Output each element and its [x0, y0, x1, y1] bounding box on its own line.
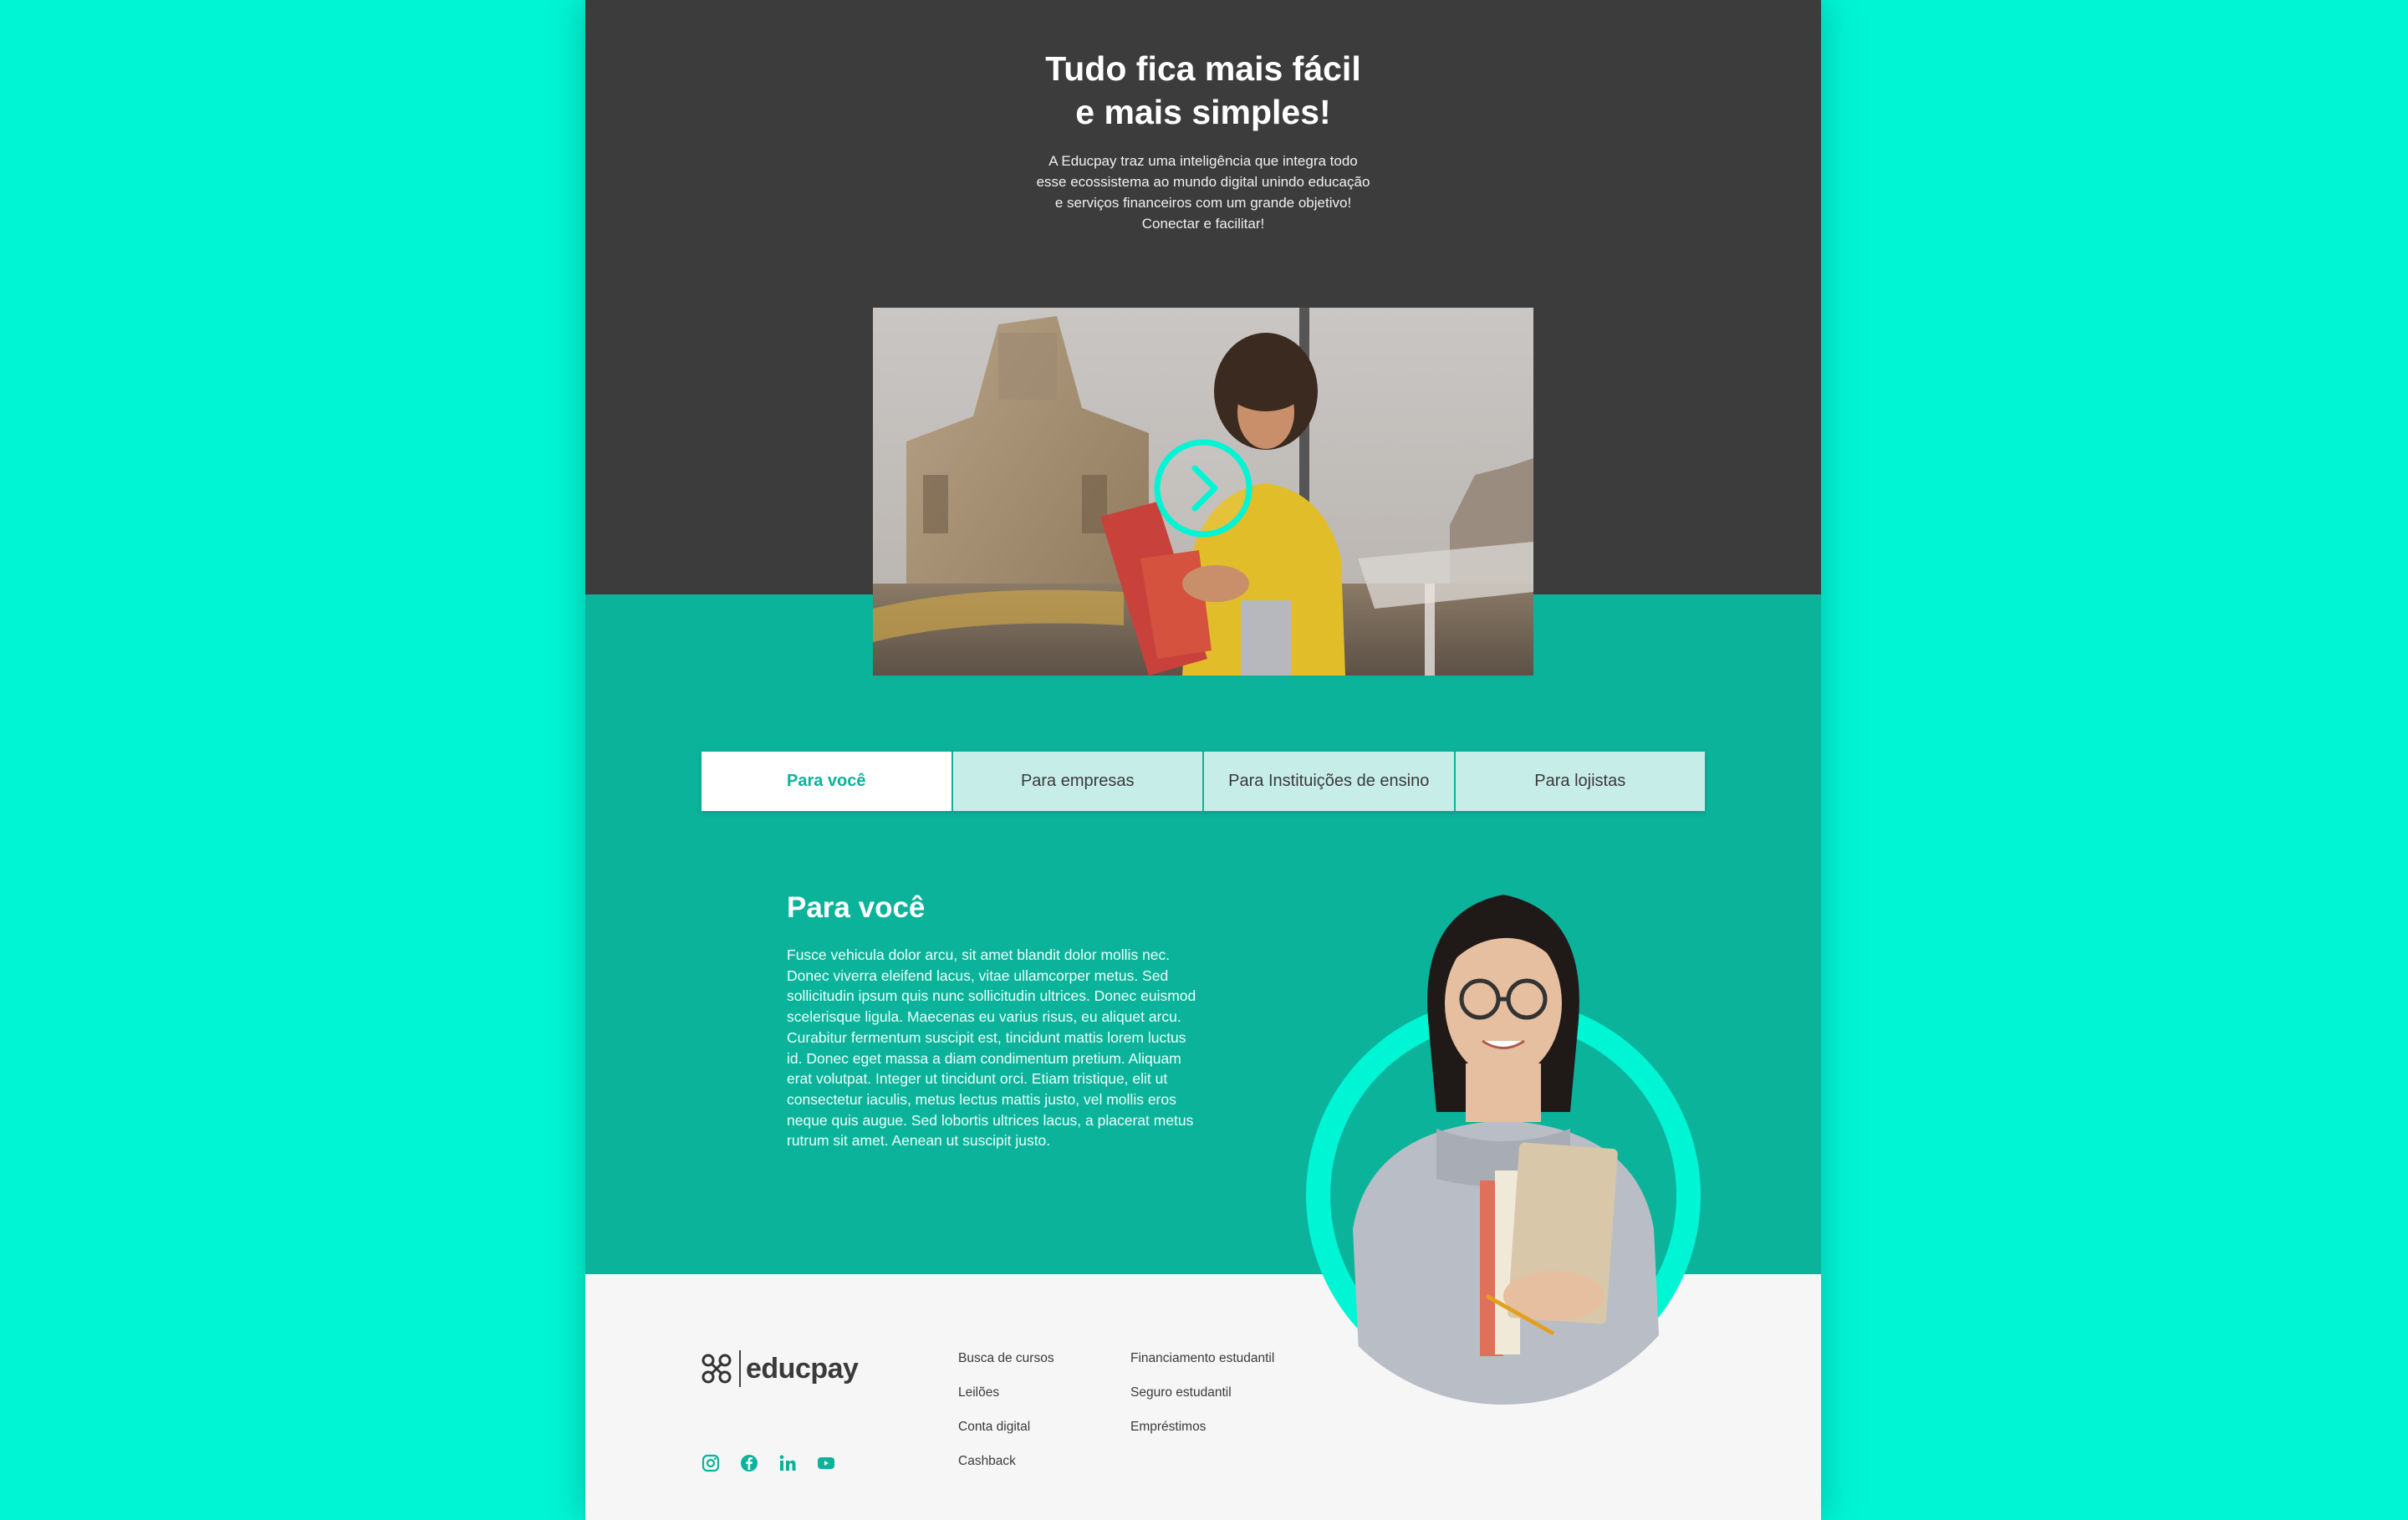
footer-logo[interactable]: educpay [701, 1350, 859, 1387]
student-portrait-image [1306, 895, 1701, 1405]
footer-link-seguro[interactable]: Seguro estudantil [1130, 1384, 1274, 1418]
footer-link-conta-digital[interactable]: Conta digital [958, 1418, 1054, 1452]
logo-text: educpay [746, 1352, 859, 1385]
footer-link-financiamento[interactable]: Financiamento estudantil [1130, 1349, 1274, 1384]
social-links [701, 1453, 836, 1473]
tab-para-lojistas[interactable]: Para lojistas [1453, 752, 1705, 811]
hero-description: A Educpay traz uma inteligência que inte… [1036, 153, 1370, 232]
hero-title: Tudo fica mais fácil e mais simples! [1045, 49, 1361, 131]
footer-link-emprestimos[interactable]: Empréstimos [1130, 1418, 1274, 1452]
youtube-icon[interactable] [816, 1453, 836, 1473]
tab-para-voce[interactable]: Para você [701, 752, 951, 811]
logo-separator [739, 1350, 741, 1387]
instagram-icon[interactable] [701, 1453, 721, 1473]
tab-para-instituicoes[interactable]: Para Instituições de ensino [1202, 752, 1454, 811]
footer-link-busca-de-cursos[interactable]: Busca de cursos [958, 1349, 1054, 1384]
section-text: Fusce vehicula dolor arcu, sit amet blan… [787, 946, 1196, 1150]
footer-links-col2: Financiamento estudantil Seguro estudant… [1130, 1349, 1274, 1452]
play-icon[interactable] [1153, 438, 1253, 538]
page: Tudo fica mais fácil e mais simples! A E… [585, 0, 1821, 1520]
footer-link-cashback[interactable]: Cashback [958, 1452, 1054, 1487]
footer-link-leiloes[interactable]: Leilões [958, 1384, 1054, 1418]
audience-tabs: Para você Para empresas Para Instituiçõe… [701, 752, 1705, 811]
educpay-logo-icon [701, 1354, 732, 1384]
footer-links-col1: Busca de cursos Leilões Conta digital Ca… [958, 1349, 1054, 1487]
facebook-icon[interactable] [739, 1453, 759, 1473]
video-player[interactable] [873, 308, 1533, 676]
tab-para-empresas[interactable]: Para empresas [951, 752, 1202, 811]
section-title: Para você [787, 891, 926, 924]
linkedin-icon[interactable] [778, 1453, 798, 1473]
